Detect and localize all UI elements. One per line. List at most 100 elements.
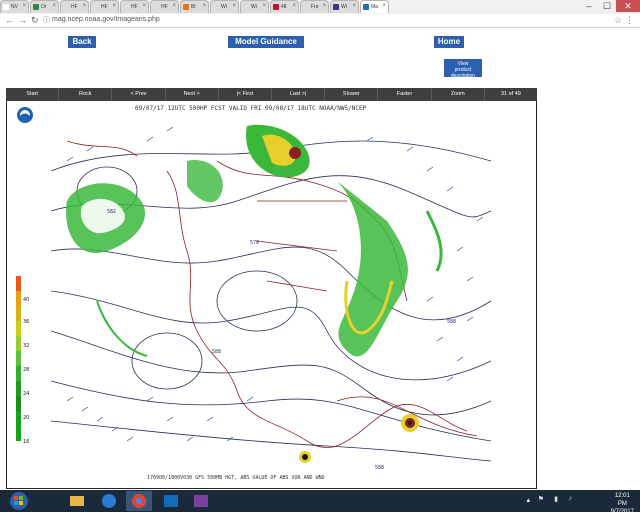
close-window-icon[interactable]: ✕ [616, 0, 640, 12]
tab-favicon-icon [273, 4, 279, 10]
browser-tab[interactable]: 48 × [270, 0, 299, 13]
tray-up-arrow-icon[interactable]: ▴ [526, 496, 530, 504]
tab-close-icon[interactable]: × [382, 3, 386, 9]
minimize-icon[interactable]: – [580, 0, 598, 12]
browser-tab[interactable]: HF × [150, 0, 179, 13]
tab-label: Wi [221, 4, 227, 10]
forecast-map-frame: 09/07/17 12UTC 500HP FCST VALID FRI 09/0… [6, 101, 537, 489]
tab-favicon-icon [63, 4, 69, 10]
view-desc-line: description [450, 73, 476, 79]
model-guidance-button[interactable]: Model Guidance [228, 36, 304, 48]
tab-list: NV × Or × HF × HF × HF × HF × Bl × Wi × Wi × 48 × Fre × Wi × Ma × [0, 0, 390, 14]
legend-tick-label: 24 [23, 391, 29, 397]
url-field[interactable]: mag.ncep.noaa.gov/Imagearis.php [52, 16, 160, 23]
tab-label: HF [71, 4, 78, 10]
slower-button[interactable]: Slower [325, 88, 379, 101]
clock[interactable]: 12:01 PM 9/7/2017 [611, 492, 634, 516]
tab-close-icon[interactable]: × [22, 3, 26, 9]
tab-favicon-icon [333, 4, 339, 10]
bookmark-star-icon[interactable]: ☆ [614, 15, 622, 26]
faster-button[interactable]: Faster [378, 88, 432, 101]
browser-tab[interactable]: Wi × [210, 0, 239, 13]
tab-label: Wi [341, 4, 347, 10]
back-arrow-icon[interactable]: ← [5, 15, 14, 26]
tab-close-icon[interactable]: × [292, 3, 296, 9]
start-menu-icon[interactable] [2, 491, 36, 511]
tab-close-icon[interactable]: × [82, 3, 86, 9]
tab-favicon-icon [93, 4, 99, 10]
flag-icon[interactable]: ⚑ [538, 495, 544, 503]
tab-close-icon[interactable]: × [262, 3, 266, 9]
height-label: 588 [212, 349, 221, 355]
forward-arrow-icon[interactable]: → [18, 15, 27, 26]
forecast-map[interactable]: 582 576 588 588 588 40 36 32 28 24 20 16 [7, 101, 537, 489]
tab-label: Fre [311, 4, 319, 10]
internet-explorer-icon[interactable] [96, 491, 122, 511]
network-icon[interactable]: ▮ [554, 495, 558, 503]
last-button[interactable]: Last >| [272, 88, 326, 101]
tab-favicon-icon [213, 4, 219, 10]
info-icon[interactable]: ⓘ [43, 15, 50, 26]
browser-tab[interactable]: Wi × [330, 0, 359, 13]
address-bar: ← → ↻ ⓘ mag.ncep.noaa.gov/Imagearis.php … [0, 14, 640, 28]
tab-favicon-icon [303, 4, 309, 10]
browser-tab[interactable]: Ma × [360, 0, 389, 13]
tab-close-icon[interactable]: × [52, 3, 56, 9]
tab-label: Or [41, 4, 47, 10]
tab-close-icon[interactable]: × [142, 3, 146, 9]
zoom-button[interactable]: Zoom [432, 88, 485, 101]
height-label: 588 [375, 465, 384, 471]
tab-close-icon[interactable]: × [232, 3, 236, 9]
tab-label: Wi [251, 4, 257, 10]
tab-label: Ma [371, 4, 378, 10]
tab-favicon-icon [183, 4, 189, 10]
reload-icon[interactable]: ↻ [31, 15, 39, 26]
browser-tab[interactable]: HF × [60, 0, 89, 13]
onenote-icon[interactable] [188, 491, 214, 511]
legend-tick-label: 16 [23, 439, 29, 445]
tab-close-icon[interactable]: × [352, 3, 356, 9]
first-button[interactable]: |< First [219, 88, 273, 101]
animation-controls: Start Rock < Prev Next > |< First Last >… [6, 88, 537, 101]
browser-tab[interactable]: HF × [120, 0, 149, 13]
tab-close-icon[interactable]: × [202, 3, 206, 9]
browser-tab[interactable]: HF × [90, 0, 119, 13]
tab-label: NV [11, 4, 18, 10]
tab-favicon-icon [153, 4, 159, 10]
browser-tab[interactable]: Or × [30, 0, 59, 13]
browser-tab[interactable]: Fre × [300, 0, 329, 13]
tab-close-icon[interactable]: × [322, 3, 326, 9]
browser-tab-strip: NV × Or × HF × HF × HF × HF × Bl × Wi × Wi × 48 × Fre × Wi × Ma ×… [0, 0, 640, 14]
tab-favicon-icon [363, 4, 369, 10]
height-label: 588 [447, 319, 456, 325]
frame-counter: 31 of 49 [500, 91, 521, 97]
tab-favicon-icon [33, 4, 39, 10]
tab-favicon-icon [123, 4, 129, 10]
maximize-icon[interactable]: ☐ [598, 0, 616, 12]
tab-favicon-icon [3, 4, 9, 10]
chrome-icon[interactable] [126, 491, 152, 511]
legend-tick-label: 28 [23, 367, 29, 373]
tab-close-icon[interactable]: × [112, 3, 116, 9]
noaa-logo-icon [17, 107, 33, 123]
tab-label: Bl [191, 4, 196, 10]
legend-tick-label: 32 [23, 343, 29, 349]
home-button[interactable]: Home [434, 36, 464, 48]
tab-label: HF [131, 4, 138, 10]
legend-color-bar: 40 36 32 28 24 20 16 [16, 276, 29, 445]
browser-menu-icon[interactable]: ⋮ [625, 15, 634, 26]
view-product-description-button[interactable]: View product description [444, 59, 482, 79]
tab-close-icon[interactable]: × [172, 3, 176, 9]
outlook-icon[interactable] [158, 491, 184, 511]
volume-icon[interactable]: ♪ [569, 495, 573, 502]
clock-date: 9/7/2017 [610, 509, 634, 515]
rock-button[interactable]: Rock [59, 88, 113, 101]
start-button[interactable]: Start [6, 88, 60, 101]
next-button[interactable]: Next > [166, 88, 219, 101]
back-button[interactable]: Back [68, 36, 96, 48]
browser-tab[interactable]: Wi × [240, 0, 269, 13]
prev-button[interactable]: < Prev [112, 88, 166, 101]
browser-tab[interactable]: Bl × [180, 0, 209, 13]
file-explorer-icon[interactable] [64, 491, 90, 511]
browser-tab[interactable]: NV × [0, 0, 29, 13]
